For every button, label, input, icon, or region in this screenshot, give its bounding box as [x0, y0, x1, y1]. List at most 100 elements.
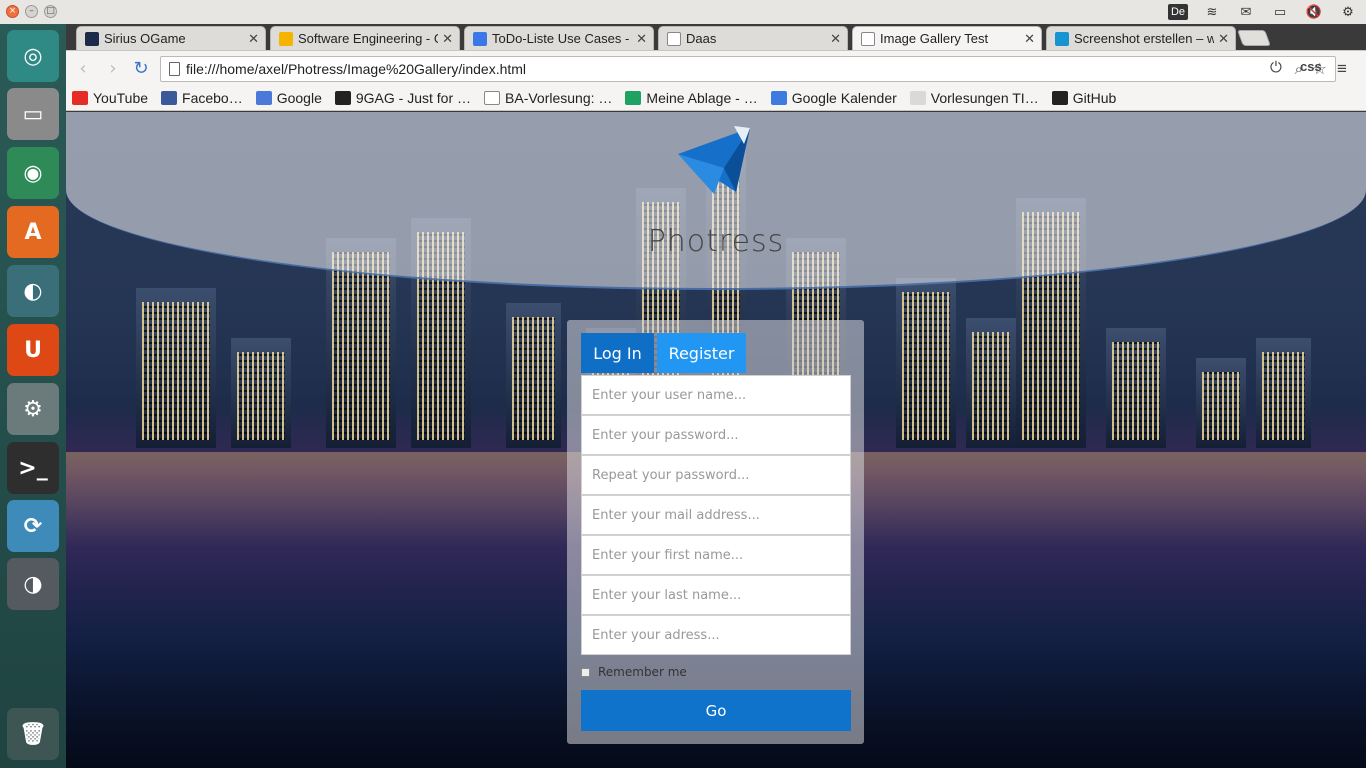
password-field[interactable] — [581, 415, 851, 455]
css-extension-button[interactable]: css — [1300, 59, 1322, 74]
tab-close-icon[interactable]: ✕ — [1024, 31, 1035, 47]
tab-close-icon[interactable]: ✕ — [442, 31, 453, 47]
keyboard-layout-indicator[interactable]: De — [1168, 4, 1188, 20]
tab-register[interactable]: Register — [657, 333, 746, 373]
tab-title: ToDo-Liste Use Cases - Go — [492, 31, 632, 46]
google-docs-favicon — [473, 31, 487, 46]
building — [136, 288, 216, 448]
bookmark-item[interactable]: Google — [255, 90, 322, 106]
bookmark-label: 9GAG - Just for … — [355, 90, 472, 106]
browser-tab[interactable]: Daas ✕ — [658, 26, 848, 50]
page-icon — [484, 91, 501, 105]
forward-arrow-icon[interactable]: › — [102, 59, 124, 79]
remember-me-checkbox[interactable] — [581, 667, 590, 677]
facebook-icon — [161, 91, 178, 105]
remember-me-row: Remember me — [581, 665, 687, 679]
remember-me-label: Remember me — [598, 665, 687, 679]
bookmark-item[interactable]: Facebo… — [161, 90, 243, 106]
building-lights — [1202, 372, 1240, 440]
battery-icon[interactable]: ▭ — [1270, 4, 1290, 20]
tab-title: Sirius OGame — [104, 31, 186, 46]
username-field[interactable] — [581, 375, 851, 415]
9gag-icon — [334, 91, 351, 105]
bookmark-item[interactable]: GitHub — [1051, 90, 1117, 106]
brand-title: Photress — [647, 224, 785, 259]
browser-toolbar: ‹ › ↻ file:///home/axel/Photress/Image%2… — [66, 50, 1366, 86]
reload-icon[interactable]: ↻ — [130, 59, 152, 79]
building-lights — [142, 302, 210, 440]
terminal-icon[interactable]: >_ — [7, 442, 59, 494]
ubuntu-dash-icon[interactable]: ◎ — [7, 30, 59, 82]
new-tab-button[interactable] — [1237, 30, 1271, 46]
building-lights — [1112, 342, 1160, 440]
bookmark-item[interactable]: Vorlesungen TI… — [909, 90, 1039, 106]
calendar-page-icon — [909, 91, 926, 105]
browser-tab[interactable]: Software Engineering - Google ✕ — [270, 26, 460, 50]
unity-launcher: ◎ ▭ ◉ A ◐ U ⚙ >_ ⟳ ◑ 🗑 — [0, 24, 66, 768]
google-drive-favicon — [279, 31, 293, 46]
photress-logo — [678, 126, 750, 194]
browser-tab[interactable]: Sirius OGame ✕ — [76, 26, 266, 50]
browser-tab[interactable]: ToDo-Liste Use Cases - Go ✕ — [464, 26, 654, 50]
sync-icon[interactable]: ⟳ — [7, 500, 59, 552]
system-tray: De ≋ ✉ ▭ 🔇 ⚙ — [1168, 0, 1366, 24]
bookmark-item[interactable]: Meine Ablage - … — [625, 90, 758, 106]
steam-icon[interactable]: ◑ — [7, 558, 59, 610]
window-maximize-button[interactable]: □ — [44, 5, 57, 18]
window-minimize-button[interactable]: – — [25, 5, 38, 18]
building — [506, 303, 561, 448]
building — [231, 338, 291, 448]
youtube-icon — [72, 91, 88, 105]
building — [1196, 358, 1246, 448]
building-lights — [902, 292, 950, 440]
browser-tab[interactable]: Screenshot erstellen – wiki ✕ — [1046, 26, 1236, 50]
tab-close-icon[interactable]: ✕ — [830, 31, 841, 47]
tab-close-icon[interactable]: ✕ — [248, 31, 259, 47]
building-lights — [332, 252, 390, 440]
bookmark-label: GitHub — [1072, 90, 1117, 106]
tab-close-icon[interactable]: ✕ — [636, 31, 647, 47]
window-close-button[interactable]: × — [6, 5, 19, 18]
bookmark-item[interactable]: YouTube — [72, 90, 148, 106]
menu-icon[interactable]: ≡ — [1337, 59, 1347, 79]
address-field[interactable] — [581, 615, 851, 655]
software-center-icon[interactable]: A — [7, 206, 59, 258]
mail-icon[interactable]: ✉ — [1236, 4, 1256, 20]
session-gear-icon[interactable]: ⚙ — [1338, 4, 1358, 20]
first-name-field[interactable] — [581, 535, 851, 575]
calendar-icon — [770, 91, 787, 105]
page-icon — [169, 62, 180, 76]
files-icon[interactable]: ▭ — [7, 88, 59, 140]
settings-icon[interactable]: ⚙ — [7, 383, 59, 435]
back-arrow-icon[interactable]: ‹ — [72, 59, 94, 79]
email-field[interactable] — [581, 495, 851, 535]
address-bar[interactable]: file:///home/axel/Photress/Image%20Galle… — [160, 56, 1336, 82]
bookmark-item[interactable]: BA-Vorlesung: … — [484, 90, 612, 106]
tab-title: Image Gallery Test — [880, 31, 989, 46]
bookmark-label: Facebo… — [182, 90, 243, 106]
web-page: Photress Log In Register Remember me Go — [66, 112, 1366, 768]
tab-close-icon[interactable]: ✕ — [1218, 31, 1229, 47]
dolphin-icon[interactable]: ◐ — [7, 265, 59, 317]
repeat-password-field[interactable] — [581, 455, 851, 495]
tab-title: Software Engineering - Google — [298, 31, 438, 46]
volume-muted-icon[interactable]: 🔇 — [1304, 4, 1324, 20]
chrome-icon[interactable]: ◉ — [7, 147, 59, 199]
wifi-icon[interactable]: ≋ — [1202, 4, 1222, 20]
last-name-field[interactable] — [581, 575, 851, 615]
github-icon — [1051, 91, 1068, 105]
bookmark-label: BA-Vorlesung: … — [505, 90, 613, 106]
building-lights — [237, 352, 285, 440]
google-drive-icon — [625, 91, 642, 105]
trash-icon[interactable]: 🗑 — [7, 708, 59, 760]
browser-tab[interactable]: Image Gallery Test ✕ — [852, 26, 1042, 50]
building — [966, 318, 1016, 448]
bookmark-item[interactable]: 9GAG - Just for … — [334, 90, 472, 106]
bookmark-item[interactable]: Google Kalender — [770, 90, 897, 106]
building — [1256, 338, 1311, 448]
ubuntu-one-icon[interactable]: U — [7, 324, 59, 376]
go-button[interactable]: Go — [581, 690, 851, 731]
tab-login[interactable]: Log In — [581, 333, 654, 373]
url-text[interactable]: file:///home/axel/Photress/Image%20Galle… — [186, 61, 526, 77]
extension-power-icon[interactable]: ⏻ — [1270, 59, 1282, 76]
